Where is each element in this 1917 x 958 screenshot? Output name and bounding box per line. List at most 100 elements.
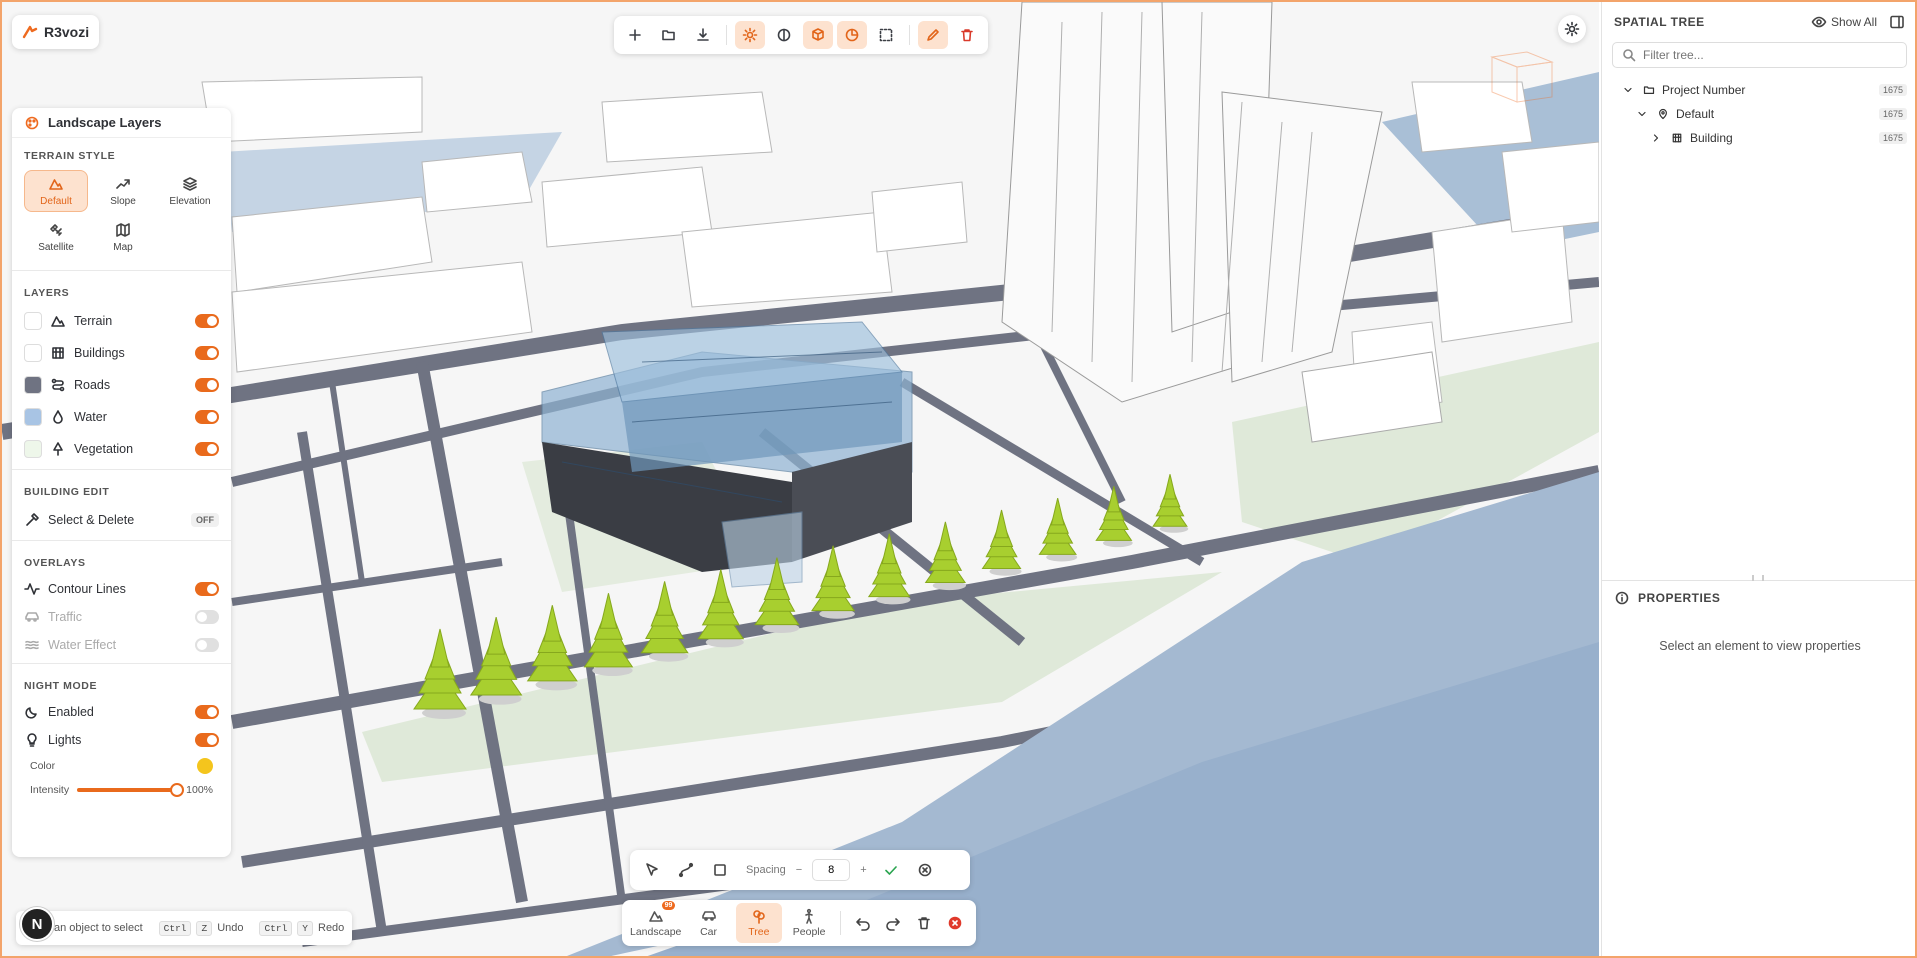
asset-landscape-button[interactable]: 99 Landscape <box>630 901 682 943</box>
chevron-down-icon[interactable] <box>1634 106 1650 122</box>
add-button[interactable] <box>620 21 650 49</box>
terrain-option-elevation[interactable]: Elevation <box>158 170 222 212</box>
tree-node-label: Project Number <box>1662 83 1746 97</box>
overlay-toggle[interactable] <box>195 610 219 624</box>
overlay-toggle[interactable] <box>195 638 219 652</box>
undo-button[interactable] <box>849 908 876 938</box>
resize-handle[interactable] <box>1752 575 1764 581</box>
spacing-increase-button[interactable]: + <box>856 864 870 876</box>
app-name: R3vozi <box>44 24 90 40</box>
confirm-button[interactable] <box>877 856 905 884</box>
main-toolbar <box>614 16 988 54</box>
avatar[interactable]: N <box>20 907 54 941</box>
layer-toggle[interactable] <box>195 442 219 456</box>
open-button[interactable] <box>654 21 684 49</box>
shortcut-hint-bar: an object to select Ctrl Z Undo Ctrl Y R… <box>16 911 353 945</box>
pointer-icon <box>644 862 660 878</box>
car-icon <box>24 609 40 625</box>
layer-label: Roads <box>74 378 111 392</box>
divider <box>12 663 231 664</box>
layer-color-swatch[interactable] <box>24 376 42 394</box>
asset-car-button[interactable]: Car <box>685 903 731 943</box>
layer-color-swatch[interactable] <box>24 408 42 426</box>
layer-toggle[interactable] <box>195 410 219 424</box>
tree-node-label: Default <box>1676 107 1715 121</box>
pulse-icon <box>24 581 40 597</box>
contrast-button[interactable] <box>769 21 799 49</box>
chevron-down-icon[interactable] <box>1620 82 1636 98</box>
filter-tree-field[interactable] <box>1612 42 1907 68</box>
tree-node-project[interactable]: Project Number 1675 <box>1602 78 1915 102</box>
3d-viewport[interactable]: R3vozi Landscape Layers TERRAIN STYLE De… <box>2 2 1599 958</box>
hint-text: an object to select <box>54 922 143 934</box>
properties-panel: PROPERTIES Select an element to view pro… <box>1602 575 1915 956</box>
palette-icon <box>24 115 40 131</box>
toolbar-divider <box>726 25 727 45</box>
tree-node-default[interactable]: Default 1675 <box>1602 102 1915 126</box>
spatial-tree: Project Number 1675 Default 1675 Buildin… <box>1602 68 1915 150</box>
slider-knob[interactable] <box>170 783 185 797</box>
overlay-toggle[interactable] <box>195 582 219 596</box>
overlay-label: Traffic <box>48 610 83 624</box>
layer-toggle[interactable] <box>195 378 219 392</box>
info-icon <box>1614 590 1630 606</box>
night-enabled-label: Enabled <box>48 705 94 719</box>
asset-label: Landscape <box>630 926 682 938</box>
terrain-option-default[interactable]: Default <box>24 170 88 212</box>
terrain-option-label: Map <box>113 241 133 253</box>
asset-people-button[interactable]: People <box>786 903 832 943</box>
terrain-style-title: TERRAIN STYLE <box>24 150 116 162</box>
tree-icon <box>50 441 66 457</box>
delete-button[interactable] <box>952 21 982 49</box>
city-scene[interactable] <box>2 2 1599 958</box>
night-mode-title: NIGHT MODE <box>24 680 98 692</box>
night-intensity-slider[interactable] <box>77 783 185 797</box>
select-delete-state-badge[interactable]: OFF <box>191 513 219 527</box>
night-color-picker[interactable] <box>197 758 213 774</box>
layer-color-swatch[interactable] <box>24 440 42 458</box>
area-tool-button[interactable] <box>706 856 734 884</box>
moon-icon <box>24 704 40 720</box>
redo-button[interactable] <box>880 908 907 938</box>
water-icon <box>50 409 66 425</box>
download-button[interactable] <box>688 21 718 49</box>
layer-toggle[interactable] <box>195 314 219 328</box>
cancel-button[interactable] <box>911 856 939 884</box>
close-tool-button[interactable] <box>941 908 968 938</box>
layer-label: Water <box>74 410 107 424</box>
filter-tree-input[interactable] <box>1643 48 1898 62</box>
sun-button[interactable] <box>735 21 765 49</box>
select-delete-row[interactable]: Select & Delete OFF <box>12 504 231 536</box>
layer-color-swatch[interactable] <box>24 312 42 330</box>
cube-icon <box>810 27 826 43</box>
collapse-sidebar-icon[interactable] <box>1889 14 1905 30</box>
tree-node-building[interactable]: Building 1675 <box>1602 126 1915 150</box>
spacing-input[interactable] <box>812 859 851 881</box>
pointer-tool-button[interactable] <box>638 856 666 884</box>
chevron-right-icon[interactable] <box>1648 130 1664 146</box>
terrain-option-slope[interactable]: Slope <box>91 170 155 212</box>
trash-button[interactable] <box>911 908 938 938</box>
theme-toggle-button[interactable] <box>1558 15 1586 43</box>
trash-icon <box>916 915 932 931</box>
app-logo[interactable]: R3vozi <box>12 15 100 49</box>
night-enabled-toggle[interactable] <box>195 705 219 719</box>
layer-color-swatch[interactable] <box>24 344 42 362</box>
car-icon <box>701 908 717 924</box>
divider <box>12 469 231 470</box>
cube-button[interactable] <box>803 21 833 49</box>
show-all-button[interactable]: Show All <box>1811 14 1877 30</box>
undo-icon <box>855 915 871 931</box>
layer-toggle[interactable] <box>195 346 219 360</box>
asset-tree-button[interactable]: Tree <box>735 903 782 943</box>
night-lights-toggle[interactable] <box>195 733 219 747</box>
select-box-button[interactable] <box>871 21 901 49</box>
path-tool-button[interactable] <box>672 856 700 884</box>
terrain-option-map[interactable]: Map <box>91 216 155 258</box>
shadow-button[interactable] <box>837 21 867 49</box>
kbd-key: Ctrl <box>158 920 192 936</box>
terrain-option-satellite[interactable]: Satellite <box>24 216 88 258</box>
night-enabled-row: Enabled <box>12 698 231 726</box>
spacing-decrease-button[interactable]: − <box>792 864 806 876</box>
draw-button[interactable] <box>918 21 948 49</box>
